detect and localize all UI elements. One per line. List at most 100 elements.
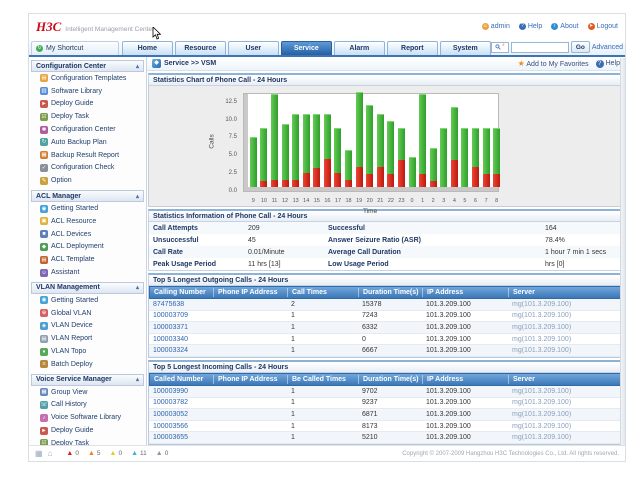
sidebar-item-vlan-topo[interactable]: ♦VLAN Topo xyxy=(31,345,144,358)
column-header-be-called-times[interactable]: Be Called Times xyxy=(288,375,359,384)
collapse-icon[interactable]: ▴ xyxy=(136,193,139,200)
column-header-call-times[interactable]: Call Times xyxy=(288,288,359,297)
help-link[interactable]: ? Help xyxy=(519,23,542,30)
alarm-count: 0 xyxy=(75,450,79,457)
sidebar-item-backup-result-report[interactable]: ▦Backup Result Report xyxy=(31,149,144,162)
breadcrumb-section[interactable]: Service xyxy=(164,60,189,67)
y-tick-label: 2.5 xyxy=(213,170,237,176)
sidebar-item-configuration-center[interactable]: ✱Configuration Center xyxy=(31,123,144,136)
alarm-major[interactable]: ▲5 xyxy=(88,450,101,457)
sidebar-item-configuration-templates[interactable]: ▤Configuration Templates xyxy=(31,72,144,85)
stats-panel-title: Statistics Information of Phone Call - 2… xyxy=(148,209,624,222)
column-header-server[interactable]: Server xyxy=(509,288,622,297)
column-header-ip-address[interactable]: IP Address xyxy=(423,288,509,297)
sidebar-item-option[interactable]: ✎Option xyxy=(31,174,144,187)
collapse-icon[interactable]: ▴ xyxy=(136,376,139,383)
search-input[interactable] xyxy=(511,42,569,53)
sidebar-item-vlan-device[interactable]: ◈VLAN Device xyxy=(31,320,144,333)
status-home-icon[interactable]: ⌂ xyxy=(48,449,53,458)
table-row: 10000365515210101.3.209.100mg(101.3.209.… xyxy=(149,432,623,444)
logout-link[interactable]: ➤ Logout xyxy=(588,23,618,30)
bar-segment-unsuccessful xyxy=(324,159,331,187)
page-help-link[interactable]: ? Help xyxy=(596,60,620,68)
cell-calling-number[interactable]: 100003709 xyxy=(149,312,213,319)
sidebar-item-assistant[interactable]: ☺Assistant xyxy=(31,266,144,279)
alarm-minor[interactable]: ▲0 xyxy=(110,450,123,457)
sidebar-item-global-vlan[interactable]: ⊕Global VLAN xyxy=(31,307,144,320)
bar-segment-unsuccessful xyxy=(366,174,373,187)
table-row: 10000337116332101.3.209.100mg(101.3.209.… xyxy=(149,322,623,334)
column-header-ip-address[interactable]: IP Address xyxy=(423,375,509,384)
status-grid-icon[interactable]: ▦ xyxy=(35,449,43,458)
sidebar-item-auto-backup-plan[interactable]: ↻Auto Backup Plan xyxy=(31,136,144,149)
column-header-duration-time-s[interactable]: Duration Time(s) xyxy=(359,288,423,297)
sidebar-section-header-voice-service-manager[interactable]: Voice Service Manager▴ xyxy=(31,374,144,386)
go-button[interactable]: Go xyxy=(571,41,590,53)
sidebar-item-getting-started[interactable]: ◉Getting Started xyxy=(31,202,144,215)
sidebar-item-deploy-task[interactable]: ☑Deploy Task xyxy=(31,110,144,123)
alarm-info[interactable]: ▲0 xyxy=(156,450,169,457)
column-header-calling-number[interactable]: Calling Number xyxy=(150,288,214,297)
column-header-duration-time-s[interactable]: Duration Time(s) xyxy=(359,375,423,384)
about-link[interactable]: i About xyxy=(551,23,578,30)
column-header-phone-ip-address[interactable]: Phone IP Address xyxy=(214,288,288,297)
sidebar-item-acl-devices[interactable]: ■ACL Devices xyxy=(31,228,144,241)
sidebar-section-header-acl-manager[interactable]: ACL Manager▴ xyxy=(31,190,144,202)
bar-segment-unsuccessful xyxy=(493,174,500,187)
cell-called-number[interactable]: 100003990 xyxy=(149,388,213,395)
sidebar-item-voice-software-library[interactable]: ♪Voice Software Library xyxy=(31,411,144,424)
tab-alarm[interactable]: Alarm xyxy=(334,41,385,55)
cell-calling-number[interactable]: 100003340 xyxy=(149,336,213,343)
cell-duration-time-s: 8173 xyxy=(358,423,422,430)
logged-in-user[interactable]: ☺ admin xyxy=(482,23,510,30)
sidebar-item-software-library[interactable]: ▥Software Library xyxy=(31,85,144,98)
collapse-icon[interactable]: ▴ xyxy=(136,63,139,70)
sidebar-item-acl-template[interactable]: ▤ACL Template xyxy=(31,253,144,266)
alarm-critical[interactable]: ▲0 xyxy=(66,450,79,457)
cell-calling-number[interactable]: 100003371 xyxy=(149,324,213,331)
sidebar-section-header-vlan-management[interactable]: VLAN Management▴ xyxy=(31,282,144,294)
stats-row: Unsuccessful45Answer Seizure Ratio (ASR)… xyxy=(149,234,623,246)
tab-service[interactable]: Service xyxy=(281,41,332,55)
bar-segment-unsuccessful xyxy=(292,180,299,187)
tab-resource[interactable]: Resource xyxy=(175,41,226,55)
advanced-search-link[interactable]: Advanced xyxy=(592,44,623,51)
sidebar-item-deploy-guide[interactable]: ►Deploy Guide xyxy=(31,98,144,111)
tab-home[interactable]: Home xyxy=(122,41,173,55)
sidebar-item-acl-deployment[interactable]: ◆ACL Deployment xyxy=(31,241,144,254)
breadcrumb: ◆ Service >> VSM ★ Add to My Favorites ?… xyxy=(147,57,625,71)
alarm-warning[interactable]: ▲11 xyxy=(131,450,147,457)
add-to-favorites-link[interactable]: ★ Add to My Favorites xyxy=(518,59,589,68)
column-header-server[interactable]: Server xyxy=(509,375,622,384)
sidebar-item-vlan-report[interactable]: ▤VLAN Report xyxy=(31,332,144,345)
tab-user[interactable]: User xyxy=(228,41,279,55)
cell-called-number[interactable]: 100003782 xyxy=(149,399,213,406)
sidebar-item-configuration-check[interactable]: ✓Configuration Check xyxy=(31,162,144,175)
cell-called-number[interactable]: 100003566 xyxy=(149,423,213,430)
sidebar-section-configuration-center: Configuration Center▴▤Configuration Temp… xyxy=(31,60,144,187)
column-header-called-number[interactable]: Called Number xyxy=(150,375,214,384)
cell-call-times: 1 xyxy=(287,347,358,354)
cell-duration-time-s: 9702 xyxy=(358,388,422,395)
my-shortcut-button[interactable]: ↻ My Shortcut xyxy=(31,41,119,55)
chart-panel-title: Statistics Chart of Phone Call - 24 Hour… xyxy=(148,73,624,86)
sidebar-item-call-history[interactable]: ☏Call History xyxy=(31,399,144,412)
stat-value: hrs [0] xyxy=(545,261,623,268)
sidebar-item-deploy-guide[interactable]: ►Deploy Guide xyxy=(31,424,144,437)
column-header-phone-ip-address[interactable]: Phone IP Address xyxy=(214,375,288,384)
collapse-icon[interactable]: ▴ xyxy=(136,284,139,291)
sidebar-item-acl-resource[interactable]: ▣ACL Resource xyxy=(31,215,144,228)
vertical-scrollbar[interactable] xyxy=(620,58,625,445)
cell-called-number[interactable]: 100003655 xyxy=(149,434,213,441)
search-scope-selector[interactable]: * xyxy=(491,42,509,53)
sidebar-item-batch-deploy[interactable]: ≡Batch Deploy xyxy=(31,358,144,371)
sidebar-item-getting-started[interactable]: ◉Getting Started xyxy=(31,294,144,307)
sidebar-item-deploy-task[interactable]: ☑Deploy Task xyxy=(31,437,144,445)
tab-system[interactable]: System xyxy=(440,41,491,55)
sidebar-section-header-configuration-center[interactable]: Configuration Center▴ xyxy=(31,60,144,72)
cell-called-number[interactable]: 100003052 xyxy=(149,411,213,418)
cell-calling-number[interactable]: 87475638 xyxy=(149,301,213,308)
cell-calling-number[interactable]: 100003324 xyxy=(149,347,213,354)
tab-report[interactable]: Report xyxy=(387,41,438,55)
sidebar-item-group-view[interactable]: ▦Group View xyxy=(31,386,144,399)
